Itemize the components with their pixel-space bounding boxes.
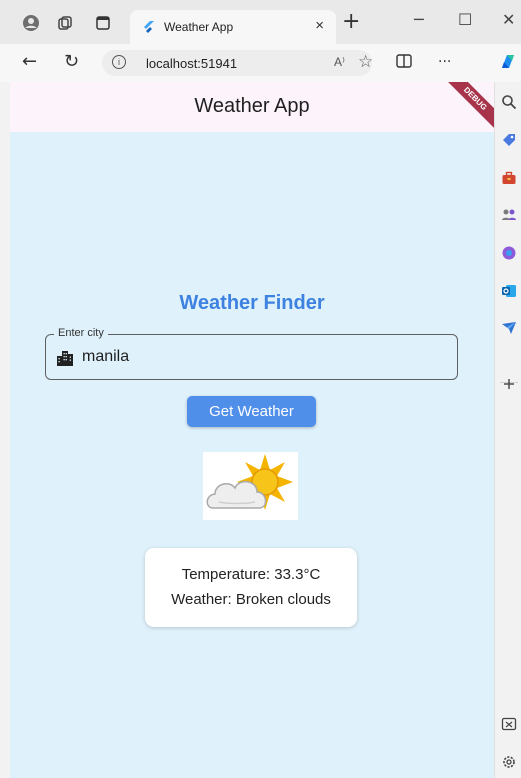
split-screen-icon[interactable] [396, 54, 412, 72]
info-icon[interactable]: i [112, 55, 126, 69]
favorite-star-icon[interactable]: ☆ [358, 52, 373, 72]
address-bar: ← ↻ i localhost:51941 A⁾ ☆ ··· [0, 44, 521, 82]
city-input[interactable]: Enter city manila [45, 327, 458, 380]
temperature-text: Temperature: 33.3°C [181, 566, 321, 583]
weather-result-card: Temperature: 33.3°C Weather: Broken clou… [145, 548, 357, 627]
browser-sidebar [494, 82, 521, 778]
tab-close-button[interactable]: × [315, 17, 324, 34]
tab-actions-icon[interactable] [94, 14, 112, 32]
tools-icon[interactable] [501, 170, 517, 186]
copilot-icon[interactable] [498, 52, 518, 76]
new-tab-button[interactable]: + [342, 9, 360, 34]
people-icon[interactable] [501, 207, 517, 223]
tab-title: Weather App [164, 20, 234, 34]
back-icon[interactable]: ← [22, 51, 37, 72]
weather-condition-image [203, 452, 298, 520]
city-input-label: Enter city [54, 327, 108, 339]
read-aloud-icon[interactable]: A⁾ [334, 55, 345, 69]
tab-weather-app[interactable]: Weather App × [130, 10, 336, 44]
search-icon[interactable] [501, 94, 517, 110]
outlook-icon[interactable] [501, 283, 517, 299]
profile-icon[interactable] [22, 14, 40, 32]
settings-icon[interactable] [501, 754, 517, 770]
workspaces-icon[interactable] [56, 14, 74, 32]
flutter-favicon [144, 21, 154, 33]
refresh-icon[interactable]: ↻ [64, 51, 79, 72]
partly-cloudy-icon [206, 454, 293, 510]
send-icon[interactable] [501, 320, 517, 336]
get-weather-button[interactable]: Get Weather [187, 396, 316, 427]
app-bar: Weather App [10, 82, 494, 132]
app-title: Weather App [194, 95, 310, 117]
app-viewport: Weather App DEBUG Weather Finder Enter c… [10, 82, 494, 778]
more-icon[interactable]: ··· [438, 54, 451, 70]
add-icon[interactable] [501, 376, 517, 392]
close-window-button[interactable]: ✕ [502, 10, 515, 29]
weather-condition-text: Weather: Broken clouds [171, 591, 331, 608]
browser-tab-strip: Weather App × + ─ ☐ ✕ [0, 0, 521, 44]
location-city-icon [57, 351, 73, 366]
maximize-button[interactable]: ☐ [458, 10, 472, 29]
screenshot-icon[interactable] [501, 716, 517, 732]
minimize-button[interactable]: ─ [414, 10, 424, 29]
page-title: Weather Finder [179, 292, 325, 314]
url-field[interactable]: i localhost:51941 A⁾ ☆ [102, 50, 373, 76]
shopping-tag-icon[interactable] [501, 132, 517, 148]
url-text[interactable]: localhost:51941 [146, 56, 237, 71]
copilot-app-icon[interactable] [501, 245, 517, 261]
city-input-value[interactable]: manila [82, 348, 129, 366]
